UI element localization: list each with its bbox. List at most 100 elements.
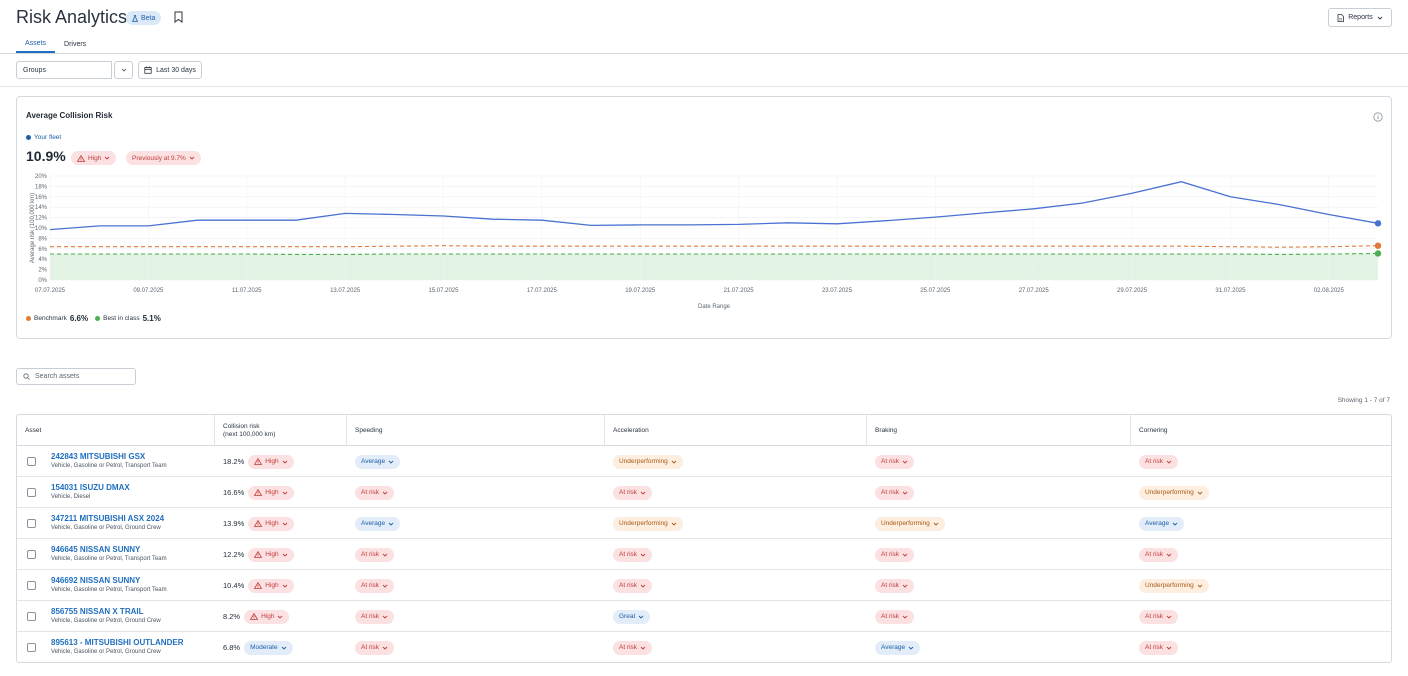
asset-link[interactable]: 895613 - MITSUBISHI OUTLANDER <box>51 638 183 647</box>
speeding-status-pill[interactable]: At risk <box>355 547 395 562</box>
warning-icon <box>254 582 263 589</box>
cornering-status-pill[interactable]: At risk <box>1139 547 1179 562</box>
row-checkbox[interactable] <box>27 581 36 590</box>
speeding-status-pill[interactable]: At risk <box>355 578 395 593</box>
series-line-your-fleet <box>49 181 1379 231</box>
tab-drivers[interactable]: Drivers <box>55 36 95 53</box>
asset-link[interactable]: 946692 NISSAN SUNNY <box>51 576 140 585</box>
row-checkbox[interactable] <box>27 612 36 621</box>
braking-status-pill[interactable]: At risk <box>875 578 915 593</box>
previous-value-pill[interactable]: Previously at 9.7% <box>126 151 201 165</box>
braking-status-label: At risk <box>881 613 900 620</box>
x-tick-label: 07.07.2025 <box>35 288 66 294</box>
x-tick-label: 31.07.2025 <box>1215 288 1246 294</box>
chevron-down-icon <box>1197 584 1203 588</box>
table-row[interactable]: 946645 NISSAN SUNNY Vehicle, Gasoline or … <box>17 539 1391 570</box>
risk-level-pill[interactable]: High <box>71 151 117 165</box>
risk-level-pill[interactable]: High <box>248 516 294 531</box>
acceleration-cell: Underperforming <box>613 446 867 477</box>
row-checkbox[interactable] <box>27 550 36 559</box>
bookmark-icon[interactable] <box>174 11 183 23</box>
acceleration-status-pill[interactable]: At risk <box>613 547 653 562</box>
card-title: Average Collision Risk <box>26 111 113 120</box>
speeding-cell: At risk <box>355 539 605 570</box>
reports-button[interactable]: Reports <box>1328 8 1392 27</box>
asset-link[interactable]: 242843 MITSUBISHI GSX <box>51 452 145 461</box>
cornering-status-label: Underperforming <box>1145 582 1194 589</box>
header-cornering[interactable]: Cornering <box>1131 415 1391 446</box>
risk-level-pill[interactable]: High <box>248 485 294 500</box>
speeding-status-pill[interactable]: At risk <box>355 485 395 500</box>
speeding-status-pill[interactable]: Average <box>355 454 401 469</box>
risk-level-pill[interactable]: High <box>248 454 294 469</box>
x-tick-label: 23.07.2025 <box>822 288 853 294</box>
row-checkbox[interactable] <box>27 488 36 497</box>
groups-dropdown-button[interactable] <box>114 61 133 79</box>
row-checkbox[interactable] <box>27 519 36 528</box>
beta-badge: Beta <box>126 11 162 25</box>
braking-status-pill[interactable]: At risk <box>875 609 915 624</box>
header-speeding[interactable]: Speeding <box>347 415 605 446</box>
cornering-cell: Average <box>1139 508 1391 539</box>
acceleration-status-pill[interactable]: At risk <box>613 485 653 500</box>
y-tick-label: 16% <box>35 195 48 201</box>
cornering-status-pill[interactable]: At risk <box>1139 609 1179 624</box>
braking-status-pill[interactable]: Average <box>875 640 921 655</box>
cornering-cell: At risk <box>1139 601 1391 632</box>
braking-status-pill[interactable]: At risk <box>875 485 915 500</box>
speeding-status-pill[interactable]: Average <box>355 516 401 531</box>
search-assets-input[interactable]: Search assets <box>16 368 136 385</box>
header-braking[interactable]: Braking <box>867 415 1131 446</box>
chevron-down-icon <box>278 615 283 619</box>
risk-level-pill[interactable]: Moderate <box>244 640 293 655</box>
header-collision-risk[interactable]: Collision risk (next 100,000 km) <box>215 415 347 446</box>
acceleration-status-pill[interactable]: At risk <box>613 640 653 655</box>
braking-status-pill[interactable]: Underperforming <box>875 516 945 531</box>
row-checkbox[interactable] <box>27 643 36 652</box>
collision-risk-cell: 6.8% Moderate <box>223 632 347 662</box>
risk-level-pill[interactable]: High <box>248 547 294 562</box>
acceleration-status-pill[interactable]: Great <box>613 609 651 624</box>
asset-cell: 347211 MITSUBISHI ASX 2024 Vehicle, Gasol… <box>17 508 215 539</box>
asset-link[interactable]: 856755 NISSAN X TRAIL <box>51 607 143 616</box>
acceleration-status-pill[interactable]: Underperforming <box>613 516 683 531</box>
x-tick-label: 19.07.2025 <box>625 288 656 294</box>
table-row[interactable]: 856755 NISSAN X TRAIL Vehicle, Gasoline o… <box>17 601 1391 632</box>
tab-assets[interactable]: Assets <box>16 36 56 53</box>
header-asset[interactable]: Asset <box>17 415 215 446</box>
table-row[interactable]: 946692 NISSAN SUNNY Vehicle, Gasoline or … <box>17 570 1391 601</box>
page-title: Risk Analytics <box>16 7 128 27</box>
cornering-status-pill[interactable]: Underperforming <box>1139 485 1209 500</box>
cornering-status-pill[interactable]: Underperforming <box>1139 578 1209 593</box>
date-range-button[interactable]: Last 30 days <box>138 61 202 79</box>
table-row[interactable]: 242843 MITSUBISHI GSX Vehicle, Gasoline o… <box>17 446 1391 477</box>
speeding-status-pill[interactable]: At risk <box>355 609 395 624</box>
row-checkbox[interactable] <box>27 457 36 466</box>
braking-status-pill[interactable]: At risk <box>875 547 915 562</box>
braking-status-pill[interactable]: At risk <box>875 454 915 469</box>
cornering-status-pill[interactable]: At risk <box>1139 454 1179 469</box>
groups-select[interactable]: Groups <box>16 61 112 79</box>
acceleration-status-pill[interactable]: Underperforming <box>613 454 683 469</box>
cornering-status-pill[interactable]: Average <box>1139 516 1185 531</box>
collision-risk-value: 18.2% <box>223 457 245 466</box>
warning-icon <box>254 458 263 465</box>
asset-link[interactable]: 946645 NISSAN SUNNY <box>51 545 140 554</box>
cornering-status-label: Underperforming <box>1145 489 1194 496</box>
risk-level-pill[interactable]: High <box>248 578 294 593</box>
table-row[interactable]: 154031 ISUZU DMAX Vehicle, Diesel 16.6% Hig… <box>17 477 1391 508</box>
chevron-down-icon <box>282 460 287 464</box>
table-row[interactable]: 347211 MITSUBISHI ASX 2024 Vehicle, Gasol… <box>17 508 1391 539</box>
asset-link[interactable]: 154031 ISUZU DMAX <box>51 483 130 492</box>
asset-link[interactable]: 347211 MITSUBISHI ASX 2024 <box>51 514 164 523</box>
chevron-down-icon <box>1166 615 1172 619</box>
table-row[interactable]: 895613 - MITSUBISHI OUTLANDER Vehicle, Ga… <box>17 632 1391 662</box>
acceleration-status-pill[interactable]: At risk <box>613 578 653 593</box>
header-acceleration[interactable]: Acceleration <box>605 415 867 446</box>
info-icon[interactable] <box>1373 112 1383 122</box>
risk-level-pill[interactable]: High <box>244 609 290 624</box>
y-tick-label: 2% <box>38 268 47 274</box>
speeding-status-pill[interactable]: At risk <box>355 640 395 655</box>
cornering-status-pill[interactable]: At risk <box>1139 640 1179 655</box>
chevron-down-icon <box>640 553 646 557</box>
